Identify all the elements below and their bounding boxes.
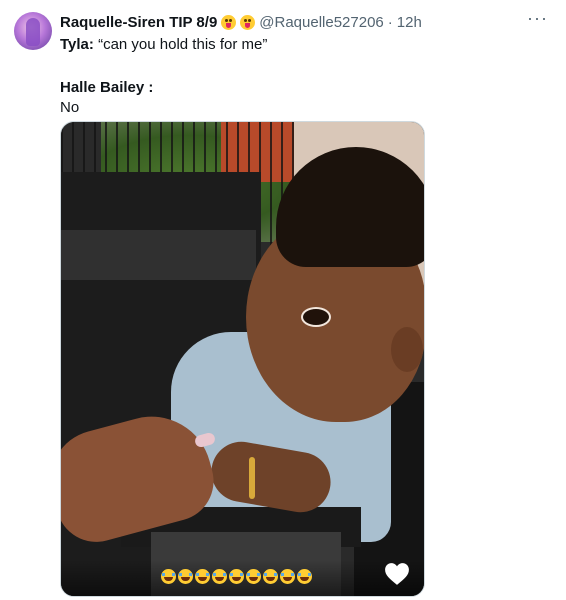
user-handle[interactable]: @Raquelle527206 [259, 14, 384, 31]
tweet-header: Raquelle-Siren TIP 8/9 @Raquelle527206 ·… [60, 12, 422, 32]
tweet-media-video[interactable] [60, 121, 425, 597]
timestamp[interactable]: 12h [397, 14, 422, 31]
laugh-cry-emoji-icon [212, 569, 227, 584]
tongue-emoji-icon [240, 14, 256, 30]
video-frame [61, 122, 424, 596]
quote-text: “can you hold this for me” [98, 36, 268, 53]
avatar[interactable] [14, 12, 52, 50]
laugh-cry-emoji-icon [246, 569, 261, 584]
speaker-label: Tyla: [60, 36, 94, 53]
heart-icon[interactable] [384, 562, 410, 586]
avatar-figure [26, 18, 40, 46]
reply-text: No [60, 99, 80, 116]
laugh-cry-emoji-icon [297, 569, 312, 584]
laugh-cry-emoji-icon [263, 569, 278, 584]
laugh-cry-emoji-icon [195, 569, 210, 584]
laugh-cry-emoji-icon [178, 569, 193, 584]
laugh-cry-emoji-icon [280, 569, 295, 584]
laugh-cry-emoji-icon [161, 569, 176, 584]
speaker-label-2: Halle Bailey : [60, 79, 154, 96]
tweet-line-1: Tyla: “can you hold this for me” [60, 35, 267, 55]
laugh-cry-emoji-icon [229, 569, 244, 584]
tweet[interactable]: Raquelle-Siren TIP 8/9 @Raquelle527206 ·… [0, 0, 566, 600]
more-horizontal-icon[interactable]: ··· [527, 8, 548, 29]
tongue-emoji-icon [221, 14, 237, 30]
separator-dot: · [387, 13, 393, 31]
display-name[interactable]: Raquelle-Siren TIP 8/9 [60, 14, 217, 31]
laugh-cry-emoji-row [161, 569, 312, 584]
